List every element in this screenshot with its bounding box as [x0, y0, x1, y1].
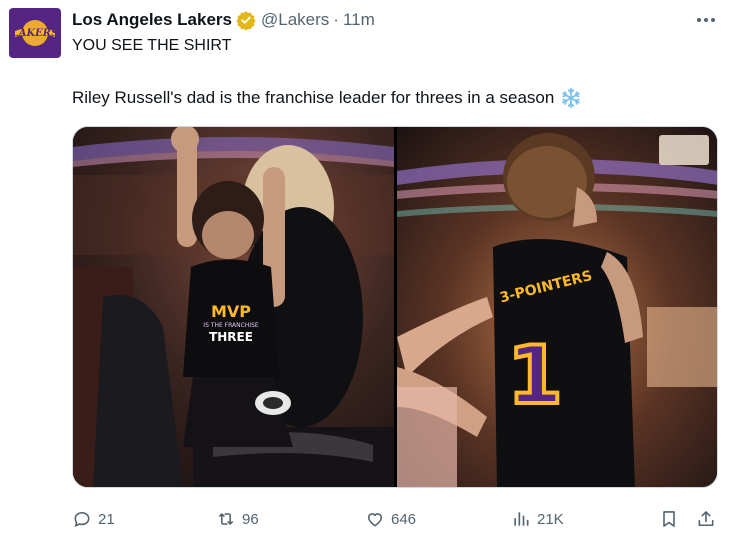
verified-badge-icon[interactable] [236, 10, 256, 31]
separator-dot: · [333, 10, 339, 29]
share-button[interactable] [696, 505, 716, 533]
share-icon [698, 511, 714, 527]
tweet-text-body: Riley Russell's dad is the franchise lea… [72, 88, 555, 107]
tweet-text-line-2: Riley Russell's dad is the franchise lea… [72, 87, 582, 109]
heart-icon [367, 513, 383, 527]
repost-count: 96 [242, 510, 259, 528]
reply-count: 21 [98, 510, 115, 528]
view-count: 21K [537, 510, 564, 528]
bookmark-button[interactable] [659, 505, 679, 533]
bookmark-icon [663, 511, 675, 527]
timestamp[interactable]: 11m [343, 10, 375, 30]
more-options-icon[interactable] [690, 10, 722, 30]
photo-right[interactable]: 3-POINTERS 1 [397, 127, 717, 487]
like-button[interactable]: 646 [365, 505, 416, 533]
author-handle[interactable]: @Lakers [261, 10, 329, 30]
left-shirt-line-2: IS THE FRANCHISE [203, 322, 259, 329]
views-button[interactable]: 21K [511, 505, 564, 533]
repost-button[interactable]: 96 [216, 505, 259, 533]
tweet-header: Los Angeles Lakers @Lakers · 11m [72, 8, 375, 32]
author-display-name[interactable]: Los Angeles Lakers [72, 10, 232, 30]
views-icon [514, 512, 529, 526]
reply-button[interactable]: 21 [72, 505, 115, 533]
avatar[interactable]: LAKERS [9, 8, 61, 58]
avatar-logo-text: LAKERS [11, 28, 59, 39]
snowflake-icon [560, 87, 582, 109]
left-shirt-line-3: THREE [209, 330, 253, 344]
reply-icon [74, 511, 90, 528]
left-shirt-line-1: MVP [211, 302, 251, 321]
action-bar: 21 96 646 21K [0, 505, 732, 533]
photo-left[interactable]: MVP IS THE FRANCHISE THREE [73, 127, 394, 487]
tweet-text-line-1: YOU SEE THE SHIRT [72, 37, 232, 54]
media-grid[interactable]: MVP IS THE FRANCHISE THREE 3-POINTERS 1 [72, 126, 718, 488]
right-shirt-number: 1 [507, 329, 563, 422]
like-count: 646 [391, 510, 417, 528]
repost-icon [218, 513, 234, 525]
